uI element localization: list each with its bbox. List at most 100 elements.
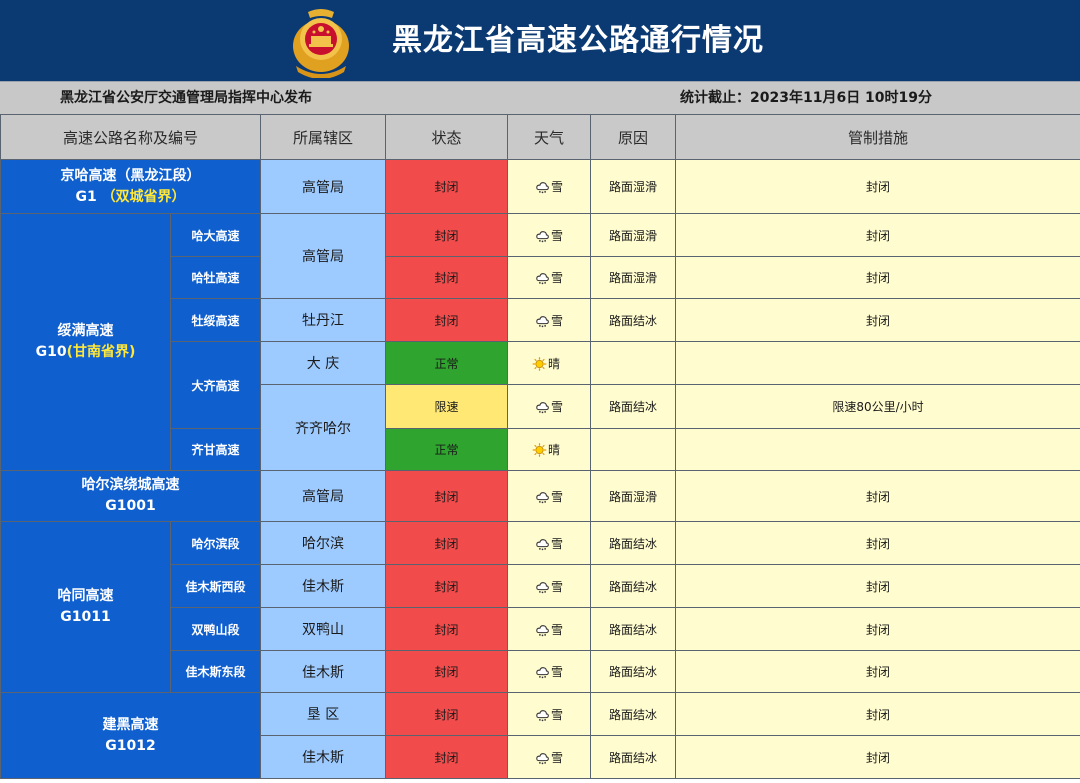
highway-g1012: 建黑高速 G1012 bbox=[0, 692, 262, 779]
highway-code: G1011 bbox=[60, 609, 111, 625]
district-cell: 大 庆 bbox=[260, 341, 387, 385]
status-cell: 封闭 bbox=[385, 564, 509, 608]
district-cell: 佳木斯 bbox=[260, 735, 387, 779]
reason-cell: 路面湿滑 bbox=[590, 159, 677, 214]
status-cell: 封闭 bbox=[385, 607, 509, 651]
snow-cloud-icon bbox=[535, 665, 550, 679]
highway-code: G1001 bbox=[105, 498, 156, 514]
measure-cell: 封闭 bbox=[675, 607, 1080, 651]
weather-cell: 晴 bbox=[507, 428, 592, 471]
snow-cloud-icon bbox=[535, 623, 550, 637]
reason-cell: 路面结冰 bbox=[590, 521, 677, 565]
measure-cell: 封闭 bbox=[675, 298, 1080, 342]
weather-text: 雪 bbox=[551, 489, 564, 504]
section-shuangyashan: 双鸭山段 bbox=[169, 607, 262, 651]
measure-cell: 封闭 bbox=[675, 564, 1080, 608]
table-row: 哈同高速 G1011 哈尔滨段 哈尔滨 封闭 雪 路面结冰 封闭 bbox=[0, 521, 1080, 693]
highway-g10: 绥满高速 G10(甘南省界) bbox=[0, 213, 171, 471]
info-bar: 黑龙江省公安厅交通管理局指挥中心发布 统计截止：2023年11月6日 10时19… bbox=[0, 81, 1080, 114]
snow-cloud-icon bbox=[535, 400, 550, 414]
weather-cell: 雪 bbox=[507, 650, 592, 693]
district-cell: 高管局 bbox=[260, 213, 387, 299]
highway-code: G1012 bbox=[105, 737, 156, 754]
highway-g1011: 哈同高速 G1011 bbox=[0, 521, 171, 693]
district-cell: 双鸭山 bbox=[260, 607, 387, 651]
sun-icon bbox=[532, 357, 547, 371]
reason-cell: 路面结冰 bbox=[590, 607, 677, 651]
measure-cell bbox=[675, 341, 1080, 385]
section-hamu: 哈牡高速 bbox=[169, 256, 262, 299]
weather-cell: 雪 bbox=[507, 607, 592, 651]
section-jiamusi-west: 佳木斯西段 bbox=[169, 564, 262, 608]
highway-code-line: G1 （双城省界） bbox=[2, 187, 260, 208]
sun-icon bbox=[532, 443, 547, 457]
col-header-status: 状态 bbox=[385, 114, 509, 160]
col-header-weather: 天气 bbox=[507, 114, 592, 160]
section-jiamusi-east: 佳木斯东段 bbox=[169, 650, 262, 693]
snow-cloud-icon bbox=[535, 751, 550, 765]
status-cell: 封闭 bbox=[385, 159, 509, 214]
district-cell: 佳木斯 bbox=[260, 564, 387, 608]
publisher-text: 黑龙江省公安厅交通管理局指挥中心发布 bbox=[60, 90, 312, 106]
section-qigan: 齐甘高速 bbox=[169, 428, 262, 471]
weather-text: 雪 bbox=[551, 180, 564, 194]
section-daqi: 大齐高速 bbox=[169, 341, 262, 429]
weather-text: 雪 bbox=[551, 228, 564, 243]
reason-cell: 路面结冰 bbox=[590, 735, 677, 779]
district-cell: 高管局 bbox=[260, 470, 387, 522]
snow-cloud-icon bbox=[535, 537, 550, 551]
highway-name: 绥满高速 bbox=[57, 323, 114, 339]
weather-text: 晴 bbox=[548, 356, 561, 371]
status-cell: 封闭 bbox=[385, 470, 509, 522]
highway-name: 哈同高速 bbox=[57, 588, 114, 604]
snow-cloud-icon bbox=[535, 490, 550, 504]
measure-cell: 封闭 bbox=[675, 521, 1080, 565]
highway-name: 哈尔滨绕城高速 bbox=[81, 477, 180, 493]
weather-cell: 晴 bbox=[507, 341, 592, 385]
status-cell: 封闭 bbox=[385, 692, 509, 736]
page-title: 黑龙江省高速公路通行情况 bbox=[392, 23, 764, 58]
weather-cell: 雪 bbox=[507, 692, 592, 736]
measure-cell: 封闭 bbox=[675, 159, 1080, 214]
section-hada: 哈大高速 bbox=[169, 213, 262, 257]
col-header-measure: 管制措施 bbox=[675, 114, 1080, 160]
snow-cloud-icon bbox=[535, 314, 550, 328]
reason-cell: 路面结冰 bbox=[590, 384, 677, 429]
district-cell: 佳木斯 bbox=[260, 650, 387, 693]
measure-cell: 封闭 bbox=[675, 213, 1080, 257]
status-cell: 封闭 bbox=[385, 650, 509, 693]
weather-cell: 雪 bbox=[507, 384, 592, 429]
weather-cell: 雪 bbox=[507, 521, 592, 565]
weather-text: 晴 bbox=[548, 443, 561, 457]
reason-cell bbox=[590, 428, 677, 471]
table-row: 绥满高速 G10(甘南省界) 哈大高速 高管局 封闭 雪 路面湿滑 封闭 bbox=[0, 213, 1080, 471]
measure-cell: 封闭 bbox=[675, 470, 1080, 522]
police-emblem-icon bbox=[293, 9, 349, 78]
highway-g1: 京哈高速（黑龙江段） G1 （双城省界） bbox=[0, 159, 262, 214]
district-cell: 高管局 bbox=[260, 159, 387, 214]
measure-cell: 封闭 bbox=[675, 735, 1080, 779]
col-header-reason: 原因 bbox=[590, 114, 677, 160]
header-banner: 黑龙江省高速公路通行情况 bbox=[0, 0, 1080, 81]
highway-name: 京哈高速（黑龙江段） bbox=[60, 167, 201, 184]
weather-text: 雪 bbox=[551, 536, 564, 551]
highway-note: (甘南省界) bbox=[66, 344, 136, 360]
snow-cloud-icon bbox=[535, 708, 550, 722]
snow-cloud-icon bbox=[535, 271, 550, 285]
district-cell: 哈尔滨 bbox=[260, 521, 387, 565]
highway-name: 建黑高速 bbox=[102, 716, 159, 733]
traffic-table: 高速公路名称及编号 所属辖区 状态 天气 原因 管制措施 京哈高速（黑龙江段） … bbox=[0, 114, 1080, 779]
weather-cell: 雪 bbox=[507, 213, 592, 257]
weather-text: 雪 bbox=[551, 665, 564, 679]
table-row: 哈尔滨绕城高速 G1001 高管局 封闭 雪 路面湿滑 封闭 bbox=[0, 470, 1080, 522]
highway-g1001: 哈尔滨绕城高速 G1001 bbox=[0, 470, 262, 522]
measure-cell bbox=[675, 428, 1080, 471]
weather-cell: 雪 bbox=[507, 564, 592, 608]
reason-cell: 路面结冰 bbox=[590, 650, 677, 693]
cutoff-time: 统计截止：2023年11月6日 10时19分 bbox=[680, 90, 933, 106]
status-cell: 封闭 bbox=[385, 521, 509, 565]
status-cell: 限速 bbox=[385, 384, 509, 429]
table-row: 建黑高速 G1012 垦 区 封闭 雪 路面结冰 封闭 bbox=[0, 692, 1080, 779]
section-harbin: 哈尔滨段 bbox=[169, 521, 262, 565]
table-row: 京哈高速（黑龙江段） G1 （双城省界） 高管局 封闭 雪 路面湿滑 封闭 bbox=[0, 159, 1080, 214]
